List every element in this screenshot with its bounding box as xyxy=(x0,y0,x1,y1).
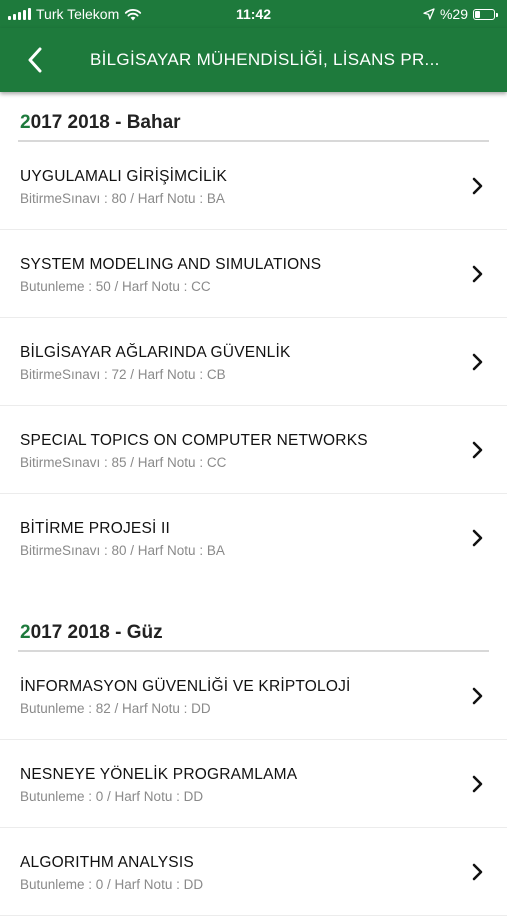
section-header: 2017 2018 - Bahar xyxy=(0,92,507,140)
course-detail: BitirmeSınavı : 80 / Harf Notu : BA xyxy=(20,543,225,558)
course-row[interactable]: BİLGİSAYAR AĞLARINDA GÜVENLİK BitirmeSın… xyxy=(0,318,507,406)
course-row[interactable]: BİTİRME PROJESİ II BitirmeSınavı : 80 / … xyxy=(0,494,507,582)
course-detail: BitirmeSınavı : 85 / Harf Notu : CC xyxy=(20,454,227,470)
chevron-right-icon xyxy=(467,440,487,460)
course-text: İNFORMASYON GÜVENLİĞİ VE KRİPTOLOJİ Butu… xyxy=(20,678,351,716)
course-detail: Butunleme : 0 / Harf Notu : DD xyxy=(20,788,204,804)
course-name: ALGORITHM ANALYSIS xyxy=(20,853,194,871)
term-section: 2017 2018 - Bahar UYGULAMALI GİRİŞİMCİLİ… xyxy=(0,92,507,582)
nav-bar: BİLGİSAYAR MÜHENDİSLİĞİ, LİSANS PR... xyxy=(0,28,507,92)
course-name: NESNEYE YÖNELİK PROGRAMLAMA xyxy=(20,765,298,783)
chevron-right-icon xyxy=(467,176,487,196)
course-detail: Butunleme : 82 / Harf Notu : DD xyxy=(20,700,211,716)
battery-percent: %29 xyxy=(439,6,468,22)
section-header-text: 017 2018 - Güz xyxy=(30,622,163,643)
course-row[interactable]: İNFORMASYON GÜVENLİĞİ VE KRİPTOLOJİ Butu… xyxy=(0,652,507,740)
course-name: UYGULAMALI GİRİŞİMCİLİK xyxy=(20,167,228,185)
course-row[interactable]: NESNEYE YÖNELİK PROGRAMLAMA Butunleme : … xyxy=(0,740,507,828)
course-detail: BitirmeSınavı : 72 / Harf Notu : CB xyxy=(20,366,226,382)
chevron-left-icon xyxy=(28,47,42,73)
course-text: BİLGİSAYAR AĞLARINDA GÜVENLİK BitirmeSın… xyxy=(20,344,291,382)
section-header-text: 017 2018 - Bahar xyxy=(30,112,181,133)
chevron-right-icon xyxy=(467,686,487,706)
term-section: 2017 2018 - Güz İNFORMASYON GÜVENLİĞİ VE… xyxy=(0,618,507,916)
course-text: BİTİRME PROJESİ II BitirmeSınavı : 80 / … xyxy=(20,520,225,558)
signal-bars-icon xyxy=(8,8,31,20)
chevron-right-icon xyxy=(467,862,487,882)
course-text: SPECIAL TOPICS ON COMPUTER NETWORKS Biti… xyxy=(20,432,368,470)
page-title: BİLGİSAYAR MÜHENDİSLİĞİ, LİSANS PR... xyxy=(90,50,440,69)
carrier-label: Turk Telekom xyxy=(36,6,120,22)
course-detail: Butunleme : 0 / Harf Notu : DD xyxy=(20,876,204,892)
chevron-right-icon xyxy=(467,264,487,284)
back-button[interactable] xyxy=(0,28,70,92)
section-header-accent: 2 xyxy=(20,622,31,643)
course-text: SYSTEM MODELING AND SIMULATIONS Butunlem… xyxy=(20,256,321,294)
course-text: NESNEYE YÖNELİK PROGRAMLAMA Butunleme : … xyxy=(20,766,297,804)
course-row[interactable]: ALGORITHM ANALYSIS Butunleme : 0 / Harf … xyxy=(0,828,507,916)
course-row[interactable]: UYGULAMALI GİRİŞİMCİLİK BitirmeSınavı : … xyxy=(0,142,507,230)
course-text: UYGULAMALI GİRİŞİMCİLİK BitirmeSınavı : … xyxy=(20,168,227,206)
chevron-right-icon xyxy=(467,774,487,794)
section-header: 2017 2018 - Güz xyxy=(0,618,507,650)
wifi-icon xyxy=(125,8,142,20)
battery-level-fill xyxy=(475,10,480,18)
course-name: BİLGİSAYAR AĞLARINDA GÜVENLİK xyxy=(20,343,291,361)
status-bar: Turk Telekom 11:42 %29 xyxy=(0,0,507,28)
course-detail: Butunleme : 50 / Harf Notu : CC xyxy=(20,278,211,294)
location-arrow-icon xyxy=(423,8,435,20)
course-text: ALGORITHM ANALYSIS Butunleme : 0 / Harf … xyxy=(20,854,203,892)
course-row[interactable]: SYSTEM MODELING AND SIMULATIONS Butunlem… xyxy=(0,230,507,318)
course-name: SPECIAL TOPICS ON COMPUTER NETWORKS xyxy=(20,431,368,449)
status-bar-right: %29 xyxy=(423,6,498,22)
course-row[interactable]: SPECIAL TOPICS ON COMPUTER NETWORKS Biti… xyxy=(0,406,507,494)
chevron-right-icon xyxy=(467,528,487,548)
status-bar-left: Turk Telekom xyxy=(8,6,142,22)
course-name: SYSTEM MODELING AND SIMULATIONS xyxy=(20,255,322,273)
section-header-accent: 2 xyxy=(20,112,31,133)
course-detail: BitirmeSınavı : 80 / Harf Notu : BA xyxy=(20,190,225,206)
course-name: BİTİRME PROJESİ II xyxy=(20,520,171,537)
course-name: İNFORMASYON GÜVENLİĞİ VE KRİPTOLOJİ xyxy=(20,677,351,695)
chevron-right-icon xyxy=(467,352,487,372)
battery-icon xyxy=(473,8,498,20)
